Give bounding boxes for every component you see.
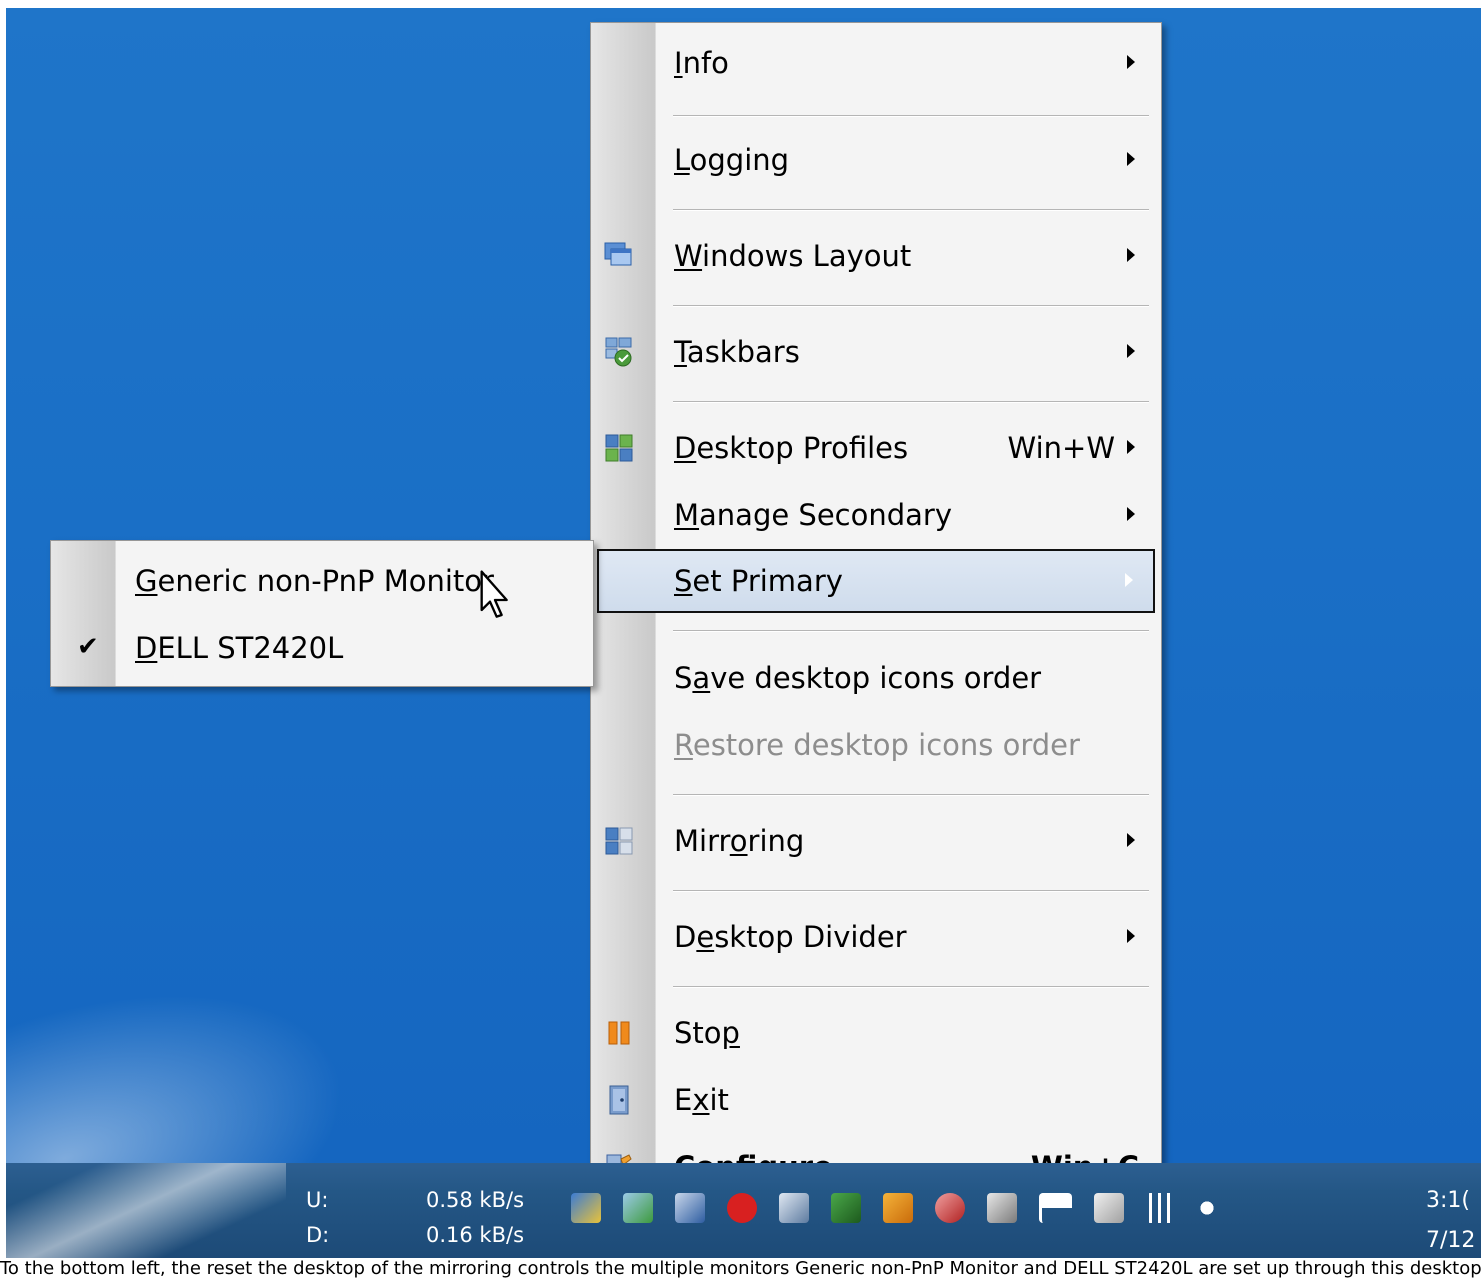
tray-display-icon[interactable]: [987, 1193, 1017, 1223]
set-primary-submenu: Generic non-PnP Monitor ✔ DELL ST2420L: [50, 540, 594, 687]
menu-item-label: Restore desktop icons order: [674, 728, 1080, 762]
taskbars-icon: [605, 337, 632, 367]
tray-action-center-flag-icon[interactable]: [1039, 1193, 1072, 1223]
menu-item-exit[interactable]: Exit: [591, 1070, 1161, 1130]
menu-item-info[interactable]: Info: [591, 33, 1161, 93]
menu-item-set-primary[interactable]: Set Primary: [597, 549, 1155, 613]
tray-network-icon[interactable]: [675, 1193, 705, 1223]
pause-icon: [608, 1021, 630, 1045]
submenu-arrow-icon: [1127, 507, 1135, 521]
taskbar: U: 0.58 kB/s D: 0.16 kB/s 3:1( 7/12: [6, 1163, 1481, 1258]
submenu-arrow-icon: [1125, 573, 1133, 587]
menu-item-save-desktop-icons-order[interactable]: Save desktop icons order: [591, 648, 1161, 708]
menu-separator: [673, 890, 1149, 892]
submenu-arrow-icon: [1127, 833, 1135, 847]
upload-label: U:: [306, 1188, 329, 1212]
context-menu: Info Logging Windows Layout Taskbars Des…: [590, 22, 1162, 1204]
menu-item-label: Desktop Profiles: [674, 431, 909, 465]
download-label: D:: [306, 1223, 330, 1247]
menu-item-mirroring[interactable]: Mirroring: [591, 811, 1161, 871]
menu-item-label: Exit: [674, 1083, 729, 1117]
menu-separator: [673, 630, 1149, 632]
menu-item-logging[interactable]: Logging: [591, 130, 1161, 190]
desktop-light-glow: [6, 914, 394, 1163]
menu-separator: [673, 115, 1149, 117]
menu-item-label: Manage Secondary: [674, 498, 953, 532]
menu-item-label: Save desktop icons order: [674, 661, 1042, 695]
menu-separator: [673, 986, 1149, 988]
mirroring-icon: [605, 827, 633, 855]
menu-item-label: DELL ST2420L: [135, 631, 344, 665]
clock-time: 3:1(: [1426, 1188, 1470, 1213]
menu-item-label: Logging: [674, 143, 790, 177]
submenu-arrow-icon: [1127, 344, 1135, 358]
tray-signal-icon[interactable]: [1146, 1193, 1176, 1223]
clock-date: 7/12: [1426, 1228, 1476, 1253]
menu-item-taskbars[interactable]: Taskbars: [591, 322, 1161, 382]
submenu-item-dell-monitor[interactable]: ✔ DELL ST2420L: [51, 618, 593, 678]
menu-separator: [673, 305, 1149, 307]
download-value: 0.16 kB/s: [426, 1223, 525, 1247]
tray-camera-icon[interactable]: [779, 1193, 809, 1223]
system-clock[interactable]: 3:1( 7/12: [1426, 1181, 1475, 1258]
upload-value: 0.58 kB/s: [426, 1188, 525, 1212]
tray-volume-icon[interactable]: [1198, 1193, 1228, 1223]
menu-item-desktop-profiles[interactable]: Desktop Profiles Win+W: [591, 418, 1161, 478]
system-tray: [571, 1193, 1228, 1223]
submenu-arrow-icon: [1127, 929, 1135, 943]
menu-item-label: Generic non-PnP Monitor: [135, 564, 494, 598]
windows-layout-icon: [604, 242, 632, 266]
mouse-pointer-icon: [480, 570, 508, 618]
overlapping-caption-text: To the bottom left, the reset the deskto…: [0, 1258, 1481, 1280]
submenu-arrow-icon: [1127, 440, 1135, 454]
menu-item-label: Mirroring: [674, 824, 805, 858]
submenu-arrow-icon: [1127, 55, 1135, 69]
menu-item-label: Taskbars: [674, 335, 800, 369]
tray-block-icon[interactable]: [727, 1193, 757, 1223]
menu-item-restore-desktop-icons-order: Restore desktop icons order: [591, 715, 1161, 775]
menu-item-label: Desktop Divider: [674, 920, 907, 954]
menu-item-windows-layout[interactable]: Windows Layout: [591, 226, 1161, 286]
menu-separator: [673, 794, 1149, 796]
menu-item-shortcut: Win+W: [1007, 431, 1115, 465]
menu-item-stop[interactable]: Stop: [591, 1003, 1161, 1063]
menu-item-manage-secondary[interactable]: Manage Secondary: [591, 485, 1161, 545]
checkmark-icon: ✔: [77, 632, 99, 662]
submenu-arrow-icon: [1127, 248, 1135, 262]
menu-item-label: Windows Layout: [674, 239, 912, 273]
menu-item-desktop-divider[interactable]: Desktop Divider: [591, 907, 1161, 967]
desktop-profiles-icon: [605, 434, 633, 462]
menu-item-label: Set Primary: [674, 564, 843, 598]
tray-map-icon[interactable]: [831, 1193, 861, 1223]
tray-mail-icon[interactable]: [935, 1193, 965, 1223]
taskbar-light-streak: [6, 1163, 286, 1258]
menu-separator: [673, 209, 1149, 211]
network-speed-meter: U: 0.58 kB/s D: 0.16 kB/s: [306, 1183, 524, 1253]
submenu-arrow-icon: [1127, 152, 1135, 166]
tray-security-icon[interactable]: [623, 1193, 653, 1223]
menu-separator: [673, 401, 1149, 403]
exit-door-icon: [609, 1085, 629, 1115]
tray-app-icon[interactable]: [571, 1193, 601, 1223]
tray-warning-icon[interactable]: [883, 1193, 913, 1223]
tray-power-icon[interactable]: [1094, 1193, 1124, 1223]
menu-item-label: Info: [674, 46, 729, 80]
menu-item-label: Stop: [674, 1016, 740, 1050]
